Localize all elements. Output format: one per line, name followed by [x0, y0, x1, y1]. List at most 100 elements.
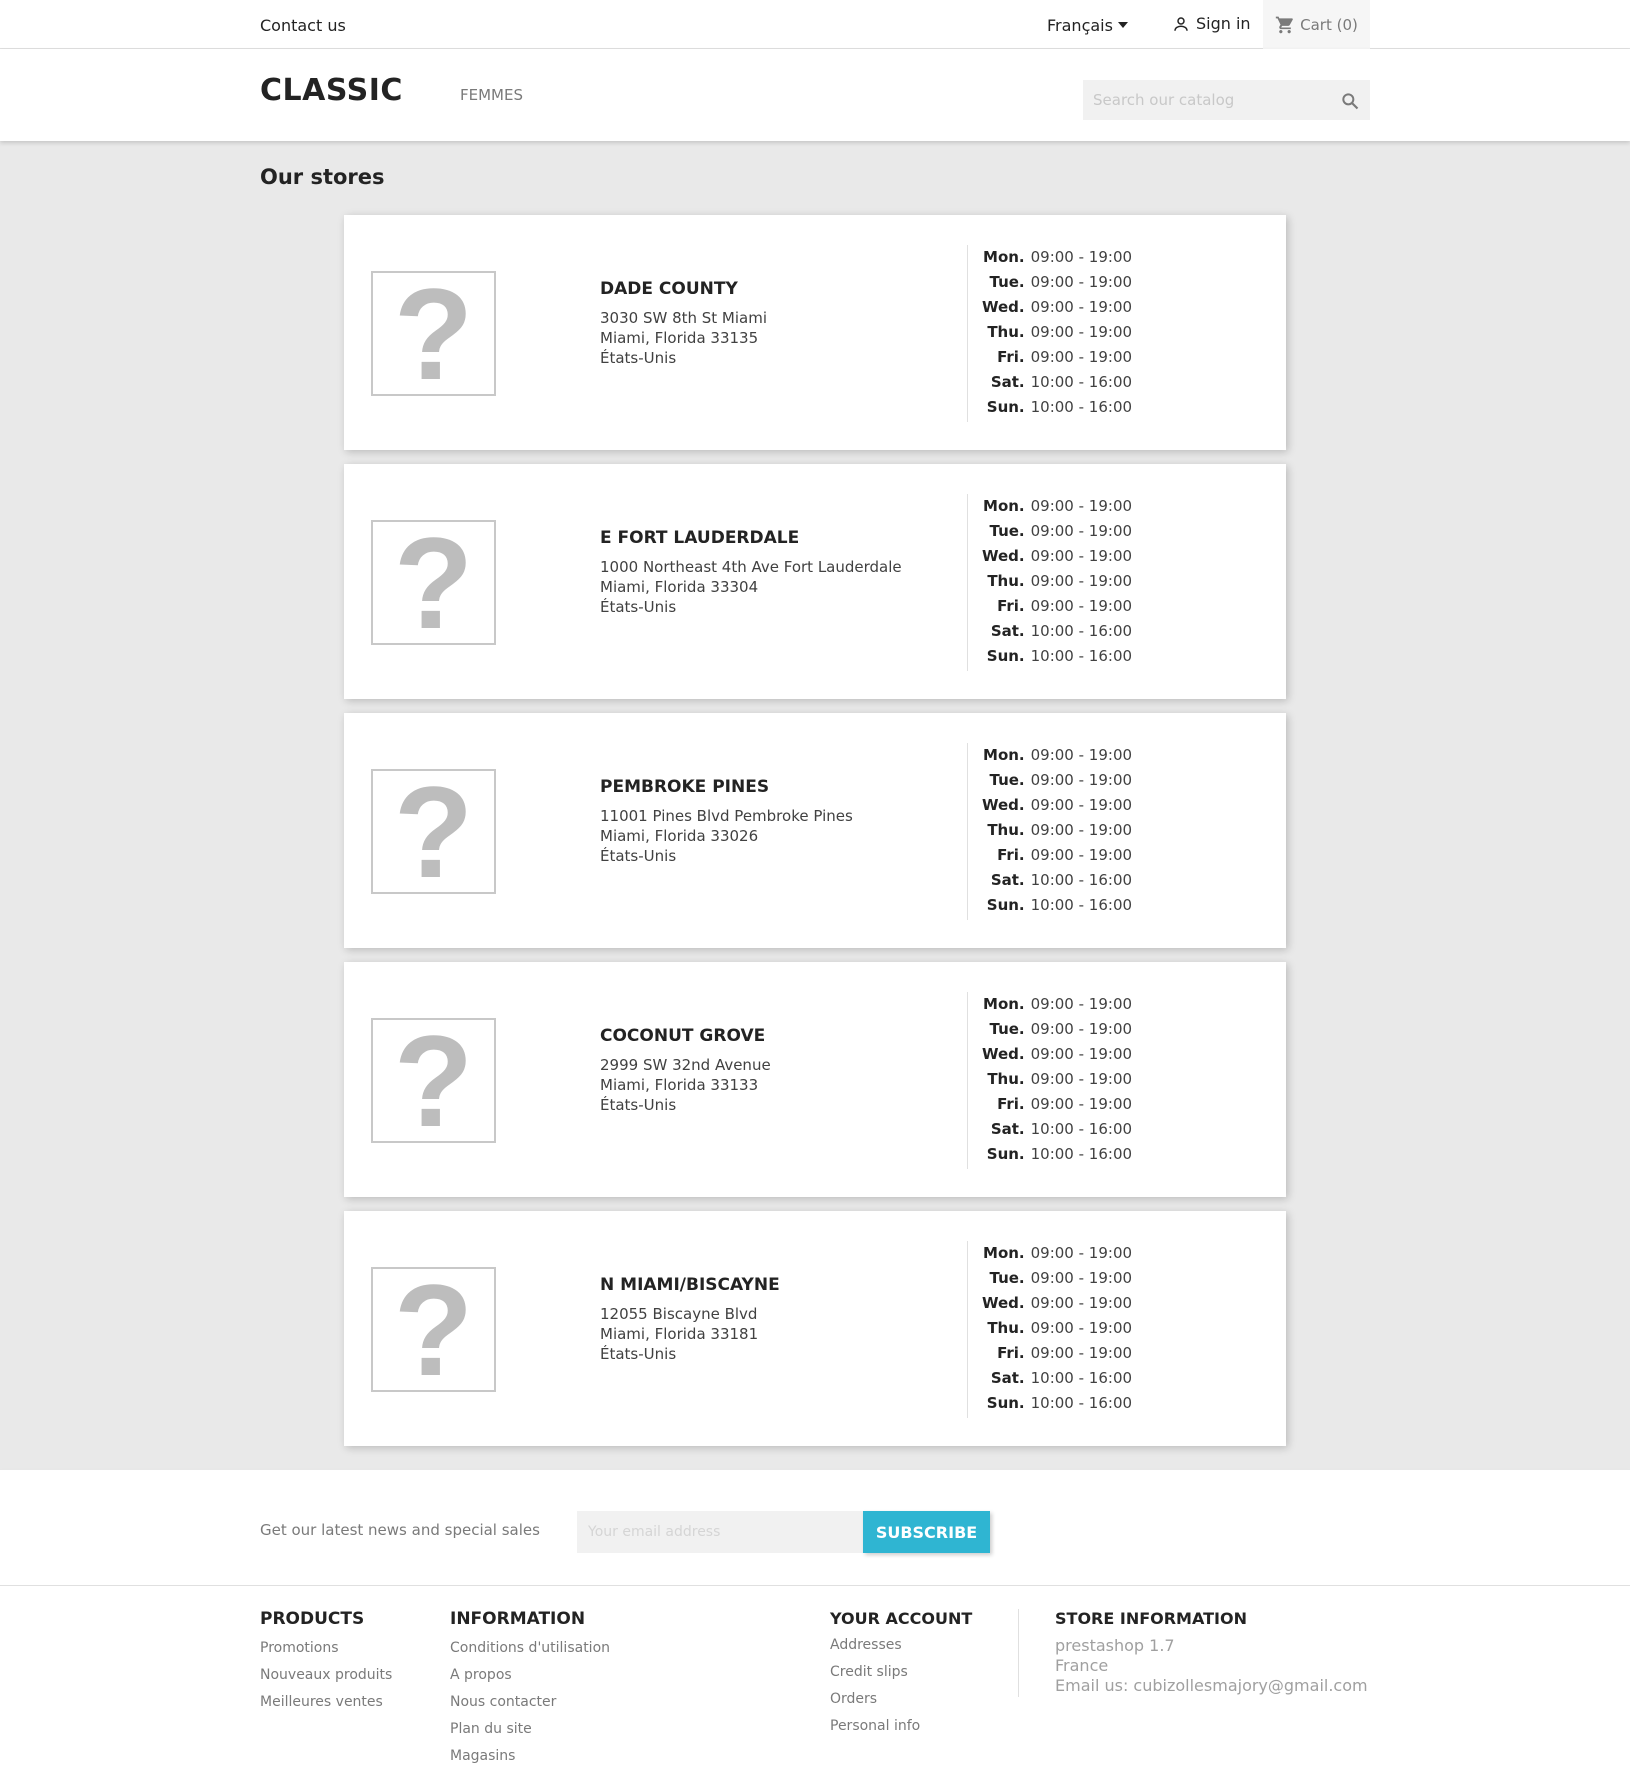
hours-time: 09:00 - 19:00: [1030, 1244, 1133, 1262]
search-box: [1083, 80, 1370, 120]
hours-time: 10:00 - 16:00: [1030, 1120, 1133, 1138]
footer-link-personal-info[interactable]: Personal info: [830, 1713, 972, 1740]
hours-row: Mon. 09:00 - 19:00: [982, 1241, 1132, 1266]
hours-row: Wed. 09:00 - 19:00: [982, 1291, 1132, 1316]
store-address-line: 1000 Northeast 4th Ave Fort Lauderdale: [600, 558, 902, 576]
footer-link-addresses[interactable]: Addresses: [830, 1632, 972, 1659]
hours-row: Sat. 10:00 - 16:00: [982, 1117, 1132, 1142]
hours-day: Mon.: [983, 497, 1025, 515]
logo[interactable]: CLASSIC: [260, 73, 403, 108]
hours-row: Thu. 09:00 - 19:00: [982, 1067, 1132, 1092]
hours-day: Fri.: [997, 1344, 1025, 1362]
hours-row: Mon. 09:00 - 19:00: [982, 494, 1132, 519]
store-address-line: 11001 Pines Blvd Pembroke Pines: [600, 807, 853, 825]
hours-row: Fri. 09:00 - 19:00: [982, 594, 1132, 619]
store-image: ?: [371, 269, 496, 399]
hours-day: Sun.: [986, 398, 1025, 416]
cart-button[interactable]: Cart (0): [1263, 0, 1370, 49]
hours-time: 09:00 - 19:00: [1030, 1095, 1133, 1113]
footer-link-nouveaux-produits[interactable]: Nouveaux produits: [260, 1662, 392, 1689]
image-placeholder-icon: ?: [393, 758, 474, 905]
store-card: ? E FORT LAUDERDALE 1000 Northeast 4th Ave…: [344, 464, 1286, 699]
hours-row: Sat. 10:00 - 16:00: [982, 1366, 1132, 1391]
store-image: ?: [371, 758, 496, 905]
hours-day: Sat.: [990, 1369, 1025, 1387]
store-address-line: Miami, Florida 33135: [600, 329, 759, 347]
hours-time: 09:00 - 19:00: [1030, 348, 1133, 366]
search-input[interactable]: [1083, 91, 1328, 109]
hours-time: 09:00 - 19:00: [1030, 796, 1133, 814]
hours-row: Tue. 09:00 - 19:00: [982, 1017, 1132, 1042]
hours-row: Sun. 10:00 - 16:00: [982, 395, 1132, 420]
hours-day: Sun.: [986, 1394, 1025, 1412]
hours-time: 10:00 - 16:00: [1030, 647, 1133, 665]
hours-row: Sat. 10:00 - 16:00: [982, 619, 1132, 644]
footer-link-nous-contacter[interactable]: Nous contacter: [450, 1689, 610, 1716]
store-card: ? COCONUT GROVE 2999 SW 32nd Avenue Miami, …: [344, 962, 1286, 1197]
sign-in-label: Sign in: [1196, 14, 1251, 33]
footer-link-plan-du-site[interactable]: Plan du site: [450, 1716, 610, 1743]
store-address-line: Miami, Florida 33026: [600, 827, 759, 845]
store-info: DADE COUNTY 3030 SW 8th St Miami Miami, Fl…: [600, 279, 767, 368]
menu-item-femmes[interactable]: FEMMES: [460, 86, 523, 104]
store-name: E FORT LAUDERDALE: [600, 528, 800, 548]
hours-day: Tue.: [989, 273, 1025, 291]
store-name: PEMBROKE PINES: [600, 777, 770, 797]
hours-row: Sun. 10:00 - 16:00: [982, 1142, 1132, 1167]
hours-time: 09:00 - 19:00: [1030, 821, 1133, 839]
hours-row: Sun. 10:00 - 16:00: [982, 1391, 1132, 1416]
footer-link-conditions[interactable]: Conditions d'utilisation: [450, 1635, 610, 1662]
sign-in-link[interactable]: Sign in: [1172, 14, 1251, 33]
store-hours: Mon. 09:00 - 19:00 Tue. 09:00 - 19:00 Wed. 09…: [967, 245, 1132, 422]
footer-link-a-propos[interactable]: A propos: [450, 1662, 610, 1689]
store-address-line: Miami, Florida 33181: [600, 1325, 759, 1343]
store-hours: Mon. 09:00 - 19:00 Tue. 09:00 - 19:00 Wed. 09…: [967, 494, 1132, 671]
hours-row: Wed. 09:00 - 19:00: [982, 1042, 1132, 1067]
hours-day: Sun.: [986, 896, 1025, 914]
store-info: COCONUT GROVE 2999 SW 32nd Avenue Miami, F…: [600, 1026, 771, 1115]
store-address-line: Miami, Florida 33304: [600, 578, 759, 596]
main-content: Our stores ? DADE COUNTY 3030 SW 8th St Mi…: [0, 141, 1630, 1470]
hours-row: Thu. 09:00 - 19:00: [982, 320, 1132, 345]
store-info-email[interactable]: Email us: cubizollesmajory@gmail.com: [1055, 1676, 1368, 1696]
newsletter-block: Get our latest news and special sales SU…: [0, 1470, 1630, 1586]
hours-time: 10:00 - 16:00: [1030, 1394, 1133, 1412]
store-card: ? PEMBROKE PINES 11001 Pines Blvd Pembroke…: [344, 713, 1286, 948]
hours-time: 09:00 - 19:00: [1030, 547, 1133, 565]
footer-account-title[interactable]: YOUR ACCOUNT: [830, 1609, 972, 1628]
store-address-line: États-Unis: [600, 349, 677, 367]
hours-time: 09:00 - 19:00: [1030, 771, 1133, 789]
store-card: ? DADE COUNTY 3030 SW 8th St Miami Miami, F…: [344, 215, 1286, 450]
contact-us-link[interactable]: Contact us: [260, 16, 346, 35]
hours-row: Fri. 09:00 - 19:00: [982, 1092, 1132, 1117]
hours-row: Sat. 10:00 - 16:00: [982, 370, 1132, 395]
hours-day: Fri.: [997, 348, 1025, 366]
store-address-line: États-Unis: [600, 1345, 677, 1363]
store-address-line: 2999 SW 32nd Avenue: [600, 1056, 771, 1074]
hours-day: Sat.: [990, 871, 1025, 889]
footer-link-orders[interactable]: Orders: [830, 1686, 972, 1713]
hours-day: Thu.: [987, 1070, 1025, 1088]
footer-link-magasins[interactable]: Magasins: [450, 1743, 610, 1770]
store-hours: Mon. 09:00 - 19:00 Tue. 09:00 - 19:00 Wed. 09…: [967, 743, 1132, 920]
hours-row: Sat. 10:00 - 16:00: [982, 868, 1132, 893]
hours-time: 09:00 - 19:00: [1030, 323, 1133, 341]
page-title: Our stores: [260, 165, 385, 189]
newsletter-email-input[interactable]: [577, 1511, 863, 1553]
hours-row: Tue. 09:00 - 19:00: [982, 768, 1132, 793]
footer-link-promotions[interactable]: Promotions: [260, 1635, 392, 1662]
language-selector[interactable]: Français: [1047, 16, 1128, 35]
hours-day: Wed.: [982, 1045, 1025, 1063]
search-button[interactable]: [1340, 91, 1360, 115]
hours-time: 09:00 - 19:00: [1030, 1045, 1133, 1063]
footer-link-meilleures-ventes[interactable]: Meilleures ventes: [260, 1689, 392, 1716]
store-card: ? N MIAMI/BISCAYNE 12055 Biscayne Blvd Miam…: [344, 1211, 1286, 1446]
hours-time: 09:00 - 19:00: [1030, 1319, 1133, 1337]
hours-day: Tue.: [989, 1269, 1025, 1287]
store-name: COCONUT GROVE: [600, 1026, 766, 1046]
hours-row: Mon. 09:00 - 19:00: [982, 245, 1132, 270]
footer-link-credit-slips[interactable]: Credit slips: [830, 1659, 972, 1686]
hours-day: Mon.: [983, 746, 1025, 764]
hours-day: Sat.: [990, 373, 1025, 391]
subscribe-button[interactable]: SUBSCRIBE: [863, 1511, 990, 1553]
